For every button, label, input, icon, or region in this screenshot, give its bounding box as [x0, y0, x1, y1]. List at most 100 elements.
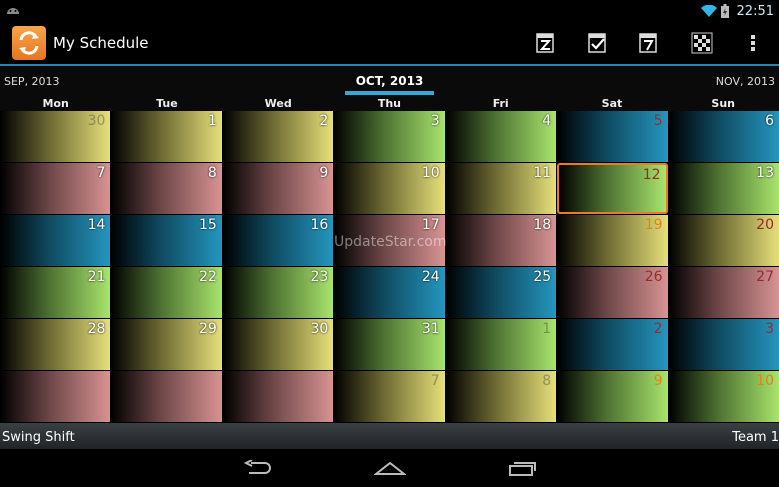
day-cell[interactable]: 24 — [334, 267, 445, 318]
checkbox-icon[interactable] — [585, 30, 611, 56]
day-number: 1 — [207, 113, 217, 129]
day-number: 19 — [644, 217, 663, 233]
calendar-grid: 30 1 2 3 4 5 6 7 8 9 10 11 12 13 14 15 16 17 18 19 20 21 22 23 2… — [0, 111, 779, 422]
next-month-tab[interactable]: NOV, 2013 — [716, 75, 775, 88]
day-cell[interactable]: 11 — [445, 163, 557, 214]
day-number: 31 — [421, 321, 440, 337]
day-cell[interactable]: 4 — [445, 111, 557, 162]
day-cell[interactable]: 23 — [222, 267, 334, 318]
day-cell[interactable]: 30 — [222, 319, 334, 370]
current-month-indicator — [345, 91, 434, 95]
day-cell[interactable]: 27 — [668, 267, 779, 318]
weekday-mon: Mon — [42, 97, 69, 110]
day-cell[interactable]: 3 — [334, 111, 445, 162]
day-number: 10 — [756, 373, 774, 389]
day-cell[interactable]: 19 — [557, 215, 668, 266]
app-title: My Schedule — [53, 34, 149, 52]
date-z-icon[interactable] — [533, 30, 559, 56]
battery-icon — [720, 4, 729, 18]
day-cell[interactable]: 30 — [0, 111, 111, 162]
day-cell[interactable]: 5 — [557, 111, 668, 162]
day-cell[interactable]: 7 — [0, 163, 111, 214]
day-number: 21 — [87, 269, 106, 285]
day-number: 1 — [542, 321, 552, 337]
day-cell[interactable] — [111, 371, 222, 422]
weekday-fri: Fri — [492, 97, 509, 110]
back-icon[interactable] — [240, 457, 276, 479]
day-cell[interactable] — [0, 371, 111, 422]
home-icon[interactable] — [372, 457, 408, 479]
month-navigation: SEP, 2013 OCT, 2013 NOV, 2013 — [0, 64, 779, 96]
day-cell[interactable]: 8 — [111, 163, 222, 214]
day-number: 10 — [421, 165, 440, 181]
day-number: 27 — [756, 269, 774, 285]
day-number: 7 — [96, 165, 106, 181]
weekday-sun: Sun — [711, 97, 736, 110]
day-number: 2 — [653, 321, 663, 337]
day-cell[interactable]: 10 — [668, 371, 779, 422]
day-cell[interactable]: 14 — [0, 215, 111, 266]
day-cell[interactable]: 13 — [668, 163, 779, 214]
day-number: 14 — [87, 217, 106, 233]
status-bar: 22:51 — [0, 0, 779, 22]
system-navigation-bar — [0, 449, 779, 487]
day-number: 9 — [653, 373, 663, 389]
day-number: 6 — [765, 113, 774, 129]
date-7-icon[interactable] — [636, 30, 662, 56]
watermark: UpdateStar.com — [334, 234, 447, 250]
day-number: 16 — [310, 217, 329, 233]
overflow-menu-icon[interactable] — [740, 30, 766, 56]
day-cell[interactable]: 31 — [334, 319, 445, 370]
weekday-sat: Sat — [601, 97, 623, 110]
day-cell[interactable]: 3 — [668, 319, 779, 370]
day-cell[interactable]: 8 — [445, 371, 557, 422]
day-cell[interactable]: 2 — [222, 111, 334, 162]
day-number: 26 — [644, 269, 663, 285]
day-number: 28 — [87, 321, 106, 337]
day-cell[interactable]: 15 — [111, 215, 222, 266]
status-clock: 22:51 — [736, 3, 774, 19]
day-cell[interactable]: 1 — [445, 319, 557, 370]
day-cell-selected[interactable]: 12 — [557, 163, 668, 214]
day-cell[interactable]: 21 — [0, 267, 111, 318]
day-number: 5 — [653, 113, 663, 129]
day-cell[interactable]: 16 — [222, 215, 334, 266]
team-name: Team 1 — [732, 430, 779, 445]
day-cell[interactable]: 26 — [557, 267, 668, 318]
day-cell[interactable]: 6 — [668, 111, 779, 162]
day-cell[interactable]: 22 — [111, 267, 222, 318]
android-icon — [7, 8, 19, 14]
day-number: 29 — [199, 321, 217, 337]
day-cell[interactable]: 1 — [111, 111, 222, 162]
recent-apps-icon[interactable] — [504, 457, 540, 479]
status-indicators: 22:51 — [700, 2, 774, 20]
day-number: 22 — [199, 269, 217, 285]
day-cell[interactable]: 9 — [557, 371, 668, 422]
day-number: 17 — [421, 217, 440, 233]
pattern-icon[interactable] — [689, 30, 715, 56]
day-cell[interactable]: 7 — [334, 371, 445, 422]
day-cell[interactable]: 10 — [334, 163, 445, 214]
day-cell[interactable]: 9 — [222, 163, 334, 214]
day-number: 9 — [319, 165, 329, 181]
previous-month-tab[interactable]: SEP, 2013 — [4, 75, 60, 88]
day-cell[interactable]: 18 — [445, 215, 557, 266]
refresh-logo-icon[interactable] — [12, 26, 46, 60]
day-cell[interactable]: 2 — [557, 319, 668, 370]
day-cell[interactable]: 28 — [0, 319, 111, 370]
day-cell[interactable] — [222, 371, 334, 422]
day-number: 8 — [542, 373, 552, 389]
shift-name: Swing Shift — [2, 430, 75, 445]
day-number: 13 — [756, 165, 774, 181]
current-month-tab[interactable]: OCT, 2013 — [345, 74, 434, 88]
day-number: 30 — [310, 321, 329, 337]
weekday-wed: Wed — [264, 97, 292, 110]
day-number: 20 — [756, 217, 774, 233]
day-cell[interactable]: 20 — [668, 215, 779, 266]
day-cell[interactable]: 29 — [111, 319, 222, 370]
weekday-header: Mon Tue Wed Thu Fri Sat Sun — [0, 96, 779, 111]
day-number: 23 — [310, 269, 329, 285]
day-cell[interactable]: 25 — [445, 267, 557, 318]
weekday-thu: Thu — [377, 97, 402, 110]
day-number: 3 — [765, 321, 774, 337]
